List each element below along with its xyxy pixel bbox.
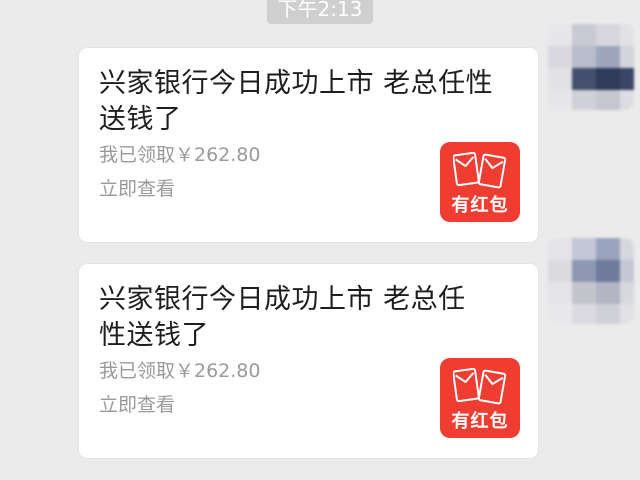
red-packet-label: 有红包 (451, 195, 509, 216)
claimed-amount-text: 我已领取￥262.80 (99, 360, 261, 382)
message-timestamp: 下午2:13 (267, 0, 373, 24)
view-now-link[interactable]: 立即查看 (99, 392, 175, 418)
message-title: 兴家银行今日成功上市 老总任性送钱了 (99, 284, 466, 351)
claimed-amount-text: 我已领取￥262.80 (99, 144, 261, 166)
message-title: 兴家银行今日成功上市 老总任性送钱了 (99, 68, 494, 135)
sender-avatar[interactable] (548, 24, 634, 110)
view-now-link[interactable]: 立即查看 (99, 176, 175, 202)
sender-avatar[interactable] (548, 238, 634, 324)
red-packet-message-card[interactable]: 兴家银行今日成功上市 老总任性送钱了 我已领取￥262.80 立即查看 有红包 (79, 264, 538, 458)
envelopes-icon (453, 152, 507, 189)
red-packet-message-card[interactable]: 兴家银行今日成功上市 老总任性送钱了 我已领取￥262.80 立即查看 有红包 (79, 48, 538, 242)
red-packet-icon[interactable]: 有红包 (440, 142, 520, 222)
envelopes-icon (453, 368, 507, 405)
red-packet-icon[interactable]: 有红包 (440, 358, 520, 438)
red-packet-label: 有红包 (451, 411, 509, 432)
